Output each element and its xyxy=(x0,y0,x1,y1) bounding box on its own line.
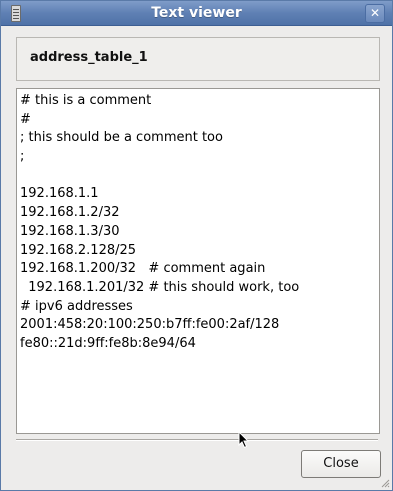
resize-grip-icon[interactable] xyxy=(380,478,390,488)
text-line: # xyxy=(20,111,31,127)
text-lines: # this is a comment # ; this should be a… xyxy=(20,92,376,430)
text-line: # ipv6 addresses xyxy=(20,298,133,314)
header-panel: address_table_1 xyxy=(16,37,380,81)
text-line: fe80::21d:9ff:fe8b:8e94/64 xyxy=(20,335,196,351)
text-line: 192.168.1.3/30 xyxy=(20,223,120,239)
text-line: ; xyxy=(20,149,25,165)
text-line: 192.168.1.200/32 # comment again xyxy=(20,261,266,277)
mouse-pointer-icon xyxy=(238,431,250,449)
text-line: 192.168.1.1 xyxy=(20,186,99,202)
text-content-area[interactable]: # this is a comment # ; this should be a… xyxy=(16,88,380,434)
window-close-icon[interactable]: ✕ xyxy=(365,4,385,23)
text-line: ; this should be a comment too xyxy=(20,130,223,146)
text-viewer-window: Text viewer ✕ address_table_1 # this is … xyxy=(0,0,393,491)
close-button[interactable]: Close xyxy=(301,450,381,478)
text-line: 2001:458:20:100:250:b7ff:fe00:2af/128 xyxy=(20,317,280,333)
text-line: 192.168.2.128/25 xyxy=(20,242,137,258)
footer-separator xyxy=(16,439,378,441)
window-title: Text viewer xyxy=(151,5,242,21)
title-bar[interactable]: Text viewer ✕ xyxy=(1,1,392,26)
text-line: 192.168.1.2/32 xyxy=(20,205,120,221)
text-line: 192.168.1.201/32 # this should work, too xyxy=(20,279,300,295)
file-name-label: address_table_1 xyxy=(30,50,148,65)
text-line xyxy=(20,167,376,186)
text-line: # this is a comment xyxy=(20,93,152,108)
